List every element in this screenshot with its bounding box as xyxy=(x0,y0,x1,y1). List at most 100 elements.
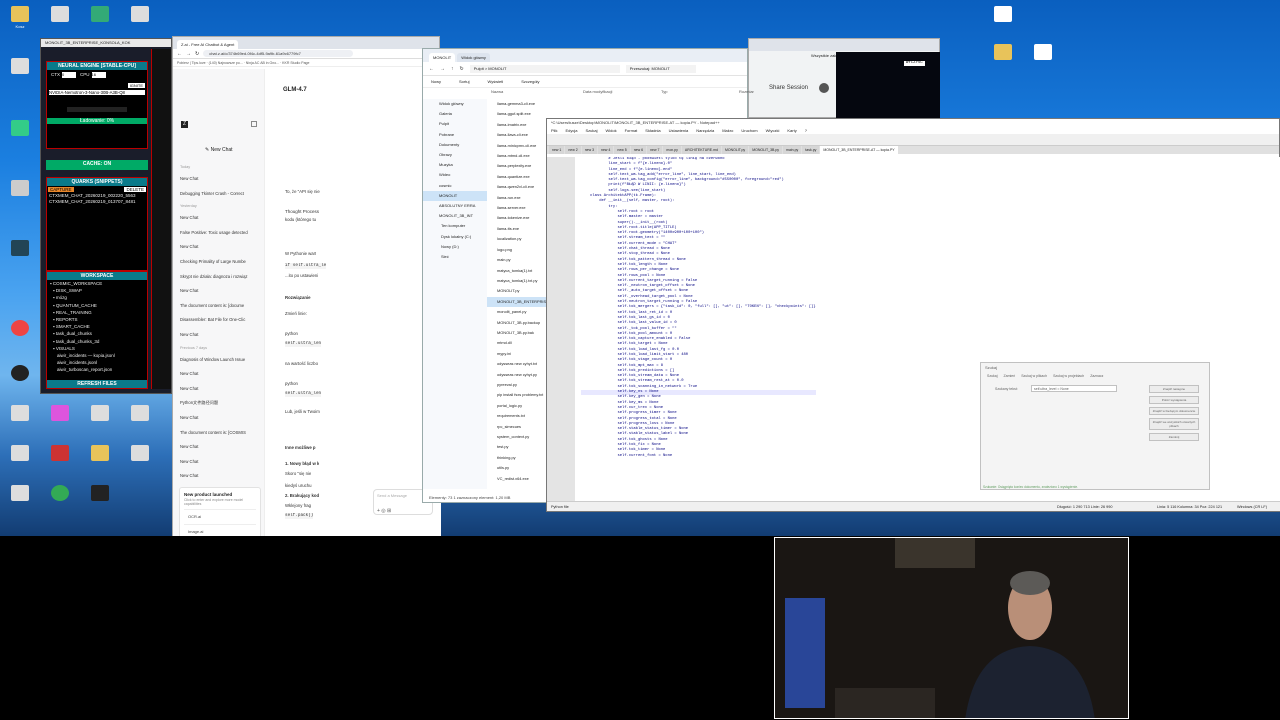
nav-item[interactable]: Sieć xyxy=(423,252,487,262)
chat-history-item[interactable]: New Chat xyxy=(173,366,265,381)
refresh-files-button[interactable]: REFRESH FILES xyxy=(47,380,147,388)
dialog-tab[interactable]: Zamień xyxy=(1004,374,1016,378)
nav-item[interactable]: Ten komputer xyxy=(423,221,487,231)
find-input[interactable]: self.ultra_level = None xyxy=(1031,385,1117,392)
chat-history-item[interactable]: Skrypt nie działa: diagnoza i rozwiąz xyxy=(173,269,265,284)
nav-item[interactable]: Widok główny xyxy=(423,99,487,109)
forward-icon[interactable]: → xyxy=(186,51,191,57)
workspace-item[interactable]: aiwir_turboscan_report.json xyxy=(47,366,147,373)
nav-item[interactable]: Wideo xyxy=(423,170,487,180)
desktop-icon[interactable] xyxy=(45,485,75,503)
menu-item[interactable]: Format xyxy=(625,127,638,134)
desktop-icon[interactable] xyxy=(125,445,155,463)
column-header[interactable]: Nazwa xyxy=(491,89,503,94)
toolbar-button[interactable]: Wyświetl xyxy=(487,76,503,87)
chat-history-item[interactable]: New Chat xyxy=(173,210,265,225)
chat-history-item[interactable]: New Chat xyxy=(173,439,265,454)
desktop-icon[interactable] xyxy=(5,365,35,383)
bookmarks-bar[interactable]: Pobierz | Tips.love · (140) Najnowsze po… xyxy=(173,59,439,67)
nav-item[interactable]: MONOLIT_3B_INT xyxy=(423,211,487,221)
nav-item[interactable]: cosmic xyxy=(423,181,487,191)
dialog-button[interactable]: Znajdź w bieżącym dokumencie xyxy=(1149,407,1199,415)
workspace-item[interactable]: ▪ REAL_TRAINING xyxy=(47,309,147,316)
back-icon[interactable]: ← xyxy=(429,66,434,72)
desktop-icon[interactable] xyxy=(125,405,155,423)
menu-item[interactable]: Uruchom xyxy=(741,127,757,134)
menu-item[interactable]: Edycja xyxy=(565,127,577,134)
ignite-button[interactable]: IGNITE xyxy=(127,83,145,88)
desktop-icon[interactable] xyxy=(85,485,115,503)
nav-item[interactable]: Muzyka xyxy=(423,160,487,170)
nav-item[interactable]: Pobrane xyxy=(423,130,487,140)
chat-history-item[interactable]: Diagnosis of Window Launch Issue xyxy=(173,352,265,367)
desktop-icon[interactable] xyxy=(5,58,35,76)
workspace-item[interactable]: ▪ COSMIC_WORKSPACE xyxy=(47,280,147,287)
chat-history-item[interactable]: False Positive: Toxic usage detected xyxy=(173,225,265,240)
menu-item[interactable]: Wtyczki xyxy=(766,127,780,134)
model-select[interactable]: NVIDIA-Nemotron-3-Nano-30B-A3B-Q8 xyxy=(49,90,145,95)
delete-button[interactable]: DELETE xyxy=(124,187,146,192)
dialog-button[interactable]: Zamknij xyxy=(1149,433,1199,441)
desktop-icon[interactable] xyxy=(85,445,115,463)
toolbar-button[interactable]: Nowy xyxy=(431,76,441,87)
promo-item[interactable]: OCR.ai xyxy=(184,509,256,524)
thought-process[interactable]: Thought Process xyxy=(285,209,319,214)
chat-history-item[interactable]: Debugging Tkinter Crash - Correct xyxy=(173,186,265,201)
dialog-tab[interactable]: Zaznacz xyxy=(1090,374,1103,378)
cpu-input[interactable]: 16 xyxy=(91,72,106,78)
workspace-item[interactable]: ▪ VISUALS xyxy=(47,345,147,352)
chat-history-item[interactable]: Python文件路径问题 xyxy=(173,395,265,410)
path-bar[interactable]: Pulpit > MONOLIT xyxy=(469,64,620,73)
chat-history-item[interactable]: Checking Primality of Large Numbe xyxy=(173,254,265,269)
desktop-icon[interactable] xyxy=(5,320,35,338)
desktop-icon[interactable] xyxy=(125,6,155,24)
attach-icon[interactable]: + ◎ ⊞ xyxy=(377,508,429,514)
toolbar-button[interactable]: Sortuj xyxy=(459,76,469,87)
workspace-item[interactable]: aiwir_incidents.jsonl xyxy=(47,359,147,366)
back-icon[interactable]: ← xyxy=(177,51,182,57)
desktop-icon[interactable] xyxy=(85,405,115,423)
chat-history-item[interactable]: New Chat xyxy=(173,327,265,342)
avatar[interactable] xyxy=(819,83,829,93)
list-item[interactable]: CTXMEM_CHAT_20260219_013707_8481 xyxy=(47,199,147,205)
desktop-icon[interactable] xyxy=(5,445,35,463)
forward-icon[interactable]: → xyxy=(440,66,445,72)
desktop-icon[interactable] xyxy=(5,120,35,138)
workspace-item[interactable]: ▪ mózg xyxy=(47,294,147,301)
nav-item[interactable]: MONOLIT xyxy=(423,190,487,202)
desktop-icon[interactable] xyxy=(45,6,75,24)
menu-item[interactable]: Narzędzia xyxy=(696,127,714,134)
tab-home[interactable]: Widok główny xyxy=(457,53,490,62)
dialog-tab[interactable]: Szukaj w plikach xyxy=(1021,374,1047,378)
nav-item[interactable]: Nowy (D:) xyxy=(423,242,487,252)
desktop-icon[interactable] xyxy=(45,445,75,463)
workspace-item[interactable]: ▪ task_dual_chunks xyxy=(47,330,147,337)
nav-item[interactable]: Obrazy xyxy=(423,150,487,160)
workspace-item[interactable]: ▪ SMART_CACHE xyxy=(47,323,147,330)
nav-item[interactable]: Pulpit xyxy=(423,119,487,129)
file-row[interactable]: llama-gemma3-cli.exe xyxy=(487,99,607,109)
chat-history-item[interactable]: New Chat xyxy=(173,171,265,186)
menu-item[interactable]: Makro xyxy=(722,127,733,134)
document-tab[interactable]: new 4 xyxy=(598,146,614,154)
menu-item[interactable]: Ustawienia xyxy=(669,127,689,134)
document-tab[interactable]: new 1 xyxy=(549,146,565,154)
document-tab[interactable]: new 5 xyxy=(614,146,630,154)
search-input[interactable]: Przeszukaj: MONOLIT xyxy=(625,64,696,73)
chat-history-item[interactable]: New Chat xyxy=(173,381,265,396)
dialog-button[interactable]: Policz wystąpienia xyxy=(1149,396,1199,404)
document-tab[interactable]: ARCHITEKTURE.md xyxy=(681,146,721,154)
workspace-item[interactable]: ▪ DISK_SWAP xyxy=(47,287,147,294)
document-tab[interactable]: MONOLIT_3B.py xyxy=(749,146,783,154)
nav-item[interactable]: Dokumenty xyxy=(423,140,487,150)
desktop-icon[interactable] xyxy=(1028,44,1058,62)
dialog-tab[interactable]: Szukaj w projektach xyxy=(1053,374,1084,378)
document-tab[interactable]: mon.py xyxy=(663,146,681,154)
menu-item[interactable]: Składnia xyxy=(645,127,660,134)
column-header[interactable]: Rozmiar xyxy=(739,89,754,94)
menu-item[interactable]: Karty xyxy=(787,127,796,134)
nav-item[interactable]: ABSOLUTNY ERRA xyxy=(423,201,487,211)
chat-history-item[interactable]: The document content is: [docume xyxy=(173,298,265,313)
document-tab[interactable]: new 6 xyxy=(630,146,647,154)
url-input[interactable]: chat.z.ai/c/374b69ed-0f4c-4df5-9a9b-61a9… xyxy=(203,50,354,57)
